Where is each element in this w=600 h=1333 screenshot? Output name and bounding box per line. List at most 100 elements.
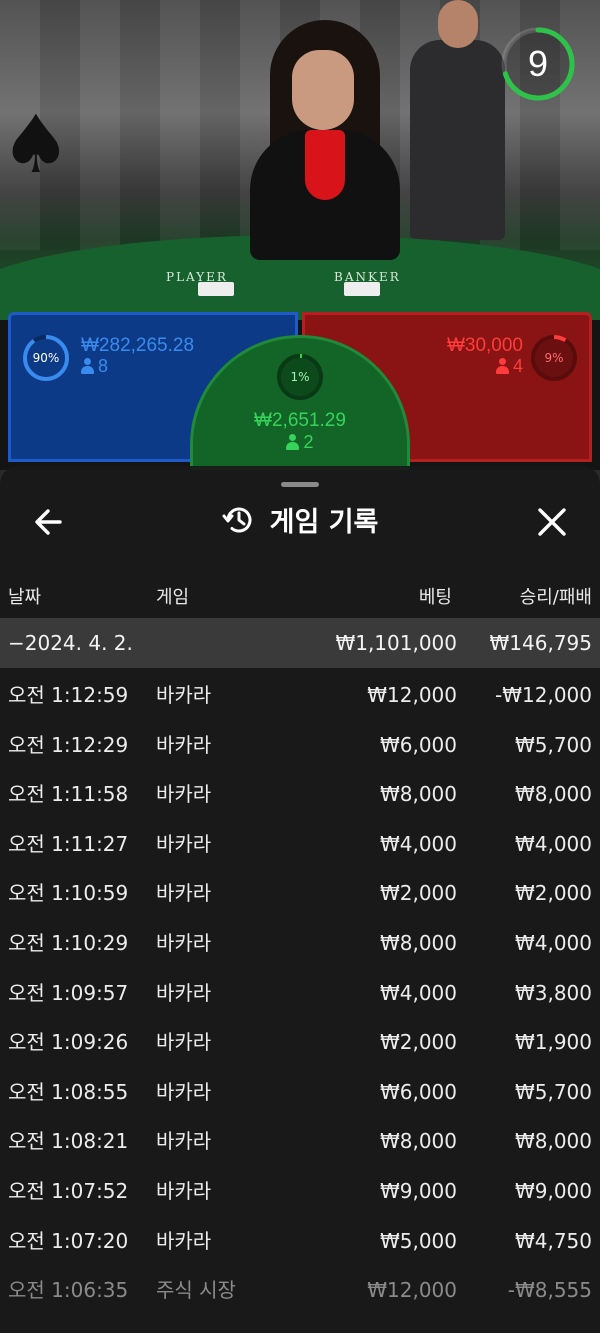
- table-row[interactable]: 오전 1:12:59 바카라 ₩12,000 -₩12,000: [0, 671, 600, 720]
- row-bet: ₩6,000: [379, 1079, 457, 1104]
- row-time: 오전 1:06:35: [8, 1278, 129, 1303]
- row-time: 오전 1:07:52: [8, 1179, 129, 1203]
- summary-result: ₩146,795: [489, 631, 592, 655]
- table-row[interactable]: 오전 1:07:20 바카라 ₩5,000 ₩4,750: [0, 1217, 600, 1266]
- row-result: ₩4,750: [514, 1228, 592, 1253]
- player-cards: [198, 282, 234, 296]
- row-result: ₩4,000: [514, 931, 592, 955]
- row-game: 바카라: [156, 931, 212, 955]
- row-time: 오전 1:11:27: [8, 831, 129, 856]
- row-result: ₩3,800: [514, 980, 592, 1005]
- row-game: 바카라: [156, 1030, 212, 1055]
- column-date: 날짜: [8, 587, 42, 608]
- player-percent-ring: 90%: [21, 333, 71, 383]
- dealer: [210, 20, 430, 260]
- row-time: 오전 1:08:21: [8, 1129, 129, 1154]
- banker-bettor-count: 4: [495, 356, 523, 377]
- timer-value: 9: [527, 43, 549, 84]
- person-icon: [286, 434, 300, 450]
- row-game: 바카라: [156, 980, 212, 1005]
- row-result: ₩2,000: [514, 881, 592, 906]
- tie-percent-ring: 1%: [275, 352, 325, 402]
- table-row[interactable]: 오전 1:11:58 바카라 ₩8,000 ₩8,000: [0, 770, 600, 819]
- row-result: ₩5,700: [514, 1079, 592, 1104]
- row-time: 오전 1:09:57: [8, 980, 129, 1005]
- row-bet: ₩8,000: [379, 782, 457, 807]
- row-time: 오전 1:12:59: [8, 683, 129, 707]
- row-game: 바카라: [156, 1129, 212, 1154]
- game-history-sheet: 게임 기록 날짜 게임 베팅 승리/패배 −2024. 4. 2. ₩1,101…: [0, 466, 600, 1333]
- row-result: ₩8,000: [514, 782, 592, 807]
- table-row[interactable]: 오전 1:10:29 바카라 ₩8,000 ₩4,000: [0, 919, 600, 968]
- row-game: 주식 시장: [156, 1278, 236, 1303]
- close-icon: [538, 508, 566, 536]
- tie-bettor-count: 2: [193, 432, 407, 453]
- table-row[interactable]: 오전 1:09:26 바카라 ₩2,000 ₩1,900: [0, 1018, 600, 1067]
- row-game: 바카라: [156, 1179, 212, 1203]
- row-bet: ₩6,000: [379, 732, 457, 757]
- row-bet: ₩8,000: [379, 1129, 457, 1154]
- row-result: ₩1,900: [514, 1030, 592, 1055]
- row-time: 오전 1:07:20: [8, 1228, 129, 1253]
- table-row[interactable]: 오전 1:06:35 주식 시장 ₩12,000 -₩8,555: [0, 1266, 600, 1315]
- column-game: 게임: [156, 587, 190, 608]
- banker-cards: [344, 282, 380, 296]
- banker-total-amount: ₩30,000: [446, 335, 523, 356]
- table-row[interactable]: 오전 1:07:52 바카라 ₩9,000 ₩9,000: [0, 1167, 600, 1216]
- tie-percent: 1%: [290, 370, 310, 384]
- row-time: 오전 1:10:59: [8, 881, 129, 906]
- banker-percent: 9%: [544, 351, 564, 365]
- row-time: 오전 1:11:58: [8, 782, 129, 807]
- summary-bet: ₩1,101,000: [335, 631, 457, 655]
- history-table-header: 날짜 게임 베팅 승리/패배: [0, 578, 600, 618]
- row-bet: ₩4,000: [379, 980, 457, 1005]
- row-time: 오전 1:12:29: [8, 732, 129, 757]
- countdown-timer: 9: [500, 26, 576, 102]
- row-game: 바카라: [156, 683, 212, 707]
- close-button[interactable]: [532, 502, 572, 542]
- table-row[interactable]: 오전 1:10:59 바카라 ₩2,000 ₩2,000: [0, 869, 600, 918]
- person-icon: [495, 358, 509, 374]
- date-summary-row[interactable]: −2024. 4. 2. ₩1,101,000 ₩146,795: [0, 618, 600, 668]
- table-row[interactable]: 오전 1:09:57 바카라 ₩4,000 ₩3,800: [0, 969, 600, 1018]
- row-time: 오전 1:08:55: [8, 1079, 129, 1104]
- row-bet: ₩8,000: [379, 931, 457, 955]
- column-result: 승리/패배: [519, 587, 592, 608]
- row-game: 바카라: [156, 831, 212, 856]
- banker-percent-ring: 9%: [529, 333, 579, 383]
- row-result: -₩8,555: [507, 1278, 592, 1303]
- sheet-header: 게임 기록: [0, 500, 600, 541]
- row-game: 바카라: [156, 1079, 212, 1104]
- row-bet: ₩12,000: [367, 1278, 457, 1303]
- table-row[interactable]: 오전 1:08:55 바카라 ₩6,000 ₩5,700: [0, 1068, 600, 1117]
- table-row[interactable]: 오전 1:12:29 바카라 ₩6,000 ₩5,700: [0, 721, 600, 770]
- row-game: 바카라: [156, 782, 212, 807]
- row-bet: ₩9,000: [379, 1179, 457, 1203]
- tie-total-amount: ₩2,651.29: [254, 410, 346, 431]
- row-result: ₩8,000: [514, 1129, 592, 1154]
- row-bet: ₩2,000: [379, 1030, 457, 1055]
- row-time: 오전 1:10:29: [8, 931, 129, 955]
- table-row[interactable]: 오전 1:11:27 바카라 ₩4,000 ₩4,000: [0, 820, 600, 869]
- table-row[interactable]: 오전 1:08:21 바카라 ₩8,000 ₩8,000: [0, 1117, 600, 1166]
- sheet-title: 게임 기록: [269, 507, 379, 538]
- history-clock-icon: [222, 507, 252, 532]
- row-game: 바카라: [156, 881, 212, 906]
- row-bet: ₩5,000: [379, 1228, 457, 1253]
- row-result: ₩9,000: [514, 1179, 592, 1203]
- spade-decoration: ♠: [0, 98, 72, 191]
- column-bet: 베팅: [418, 587, 452, 608]
- row-bet: ₩4,000: [379, 831, 457, 856]
- row-result: ₩5,700: [514, 732, 592, 757]
- row-bet: ₩2,000: [379, 881, 457, 906]
- sheet-drag-handle[interactable]: [281, 482, 319, 487]
- row-game: 바카라: [156, 732, 212, 757]
- player-bettor-count: 8: [81, 356, 108, 377]
- row-time: 오전 1:09:26: [8, 1030, 129, 1055]
- row-game: 바카라: [156, 1228, 212, 1253]
- row-result: ₩4,000: [514, 831, 592, 856]
- person-icon: [81, 358, 94, 374]
- player-percent: 90%: [32, 351, 60, 365]
- player-total-amount: ₩282,265.28: [81, 335, 195, 356]
- summary-date: −2024. 4. 2.: [8, 631, 133, 655]
